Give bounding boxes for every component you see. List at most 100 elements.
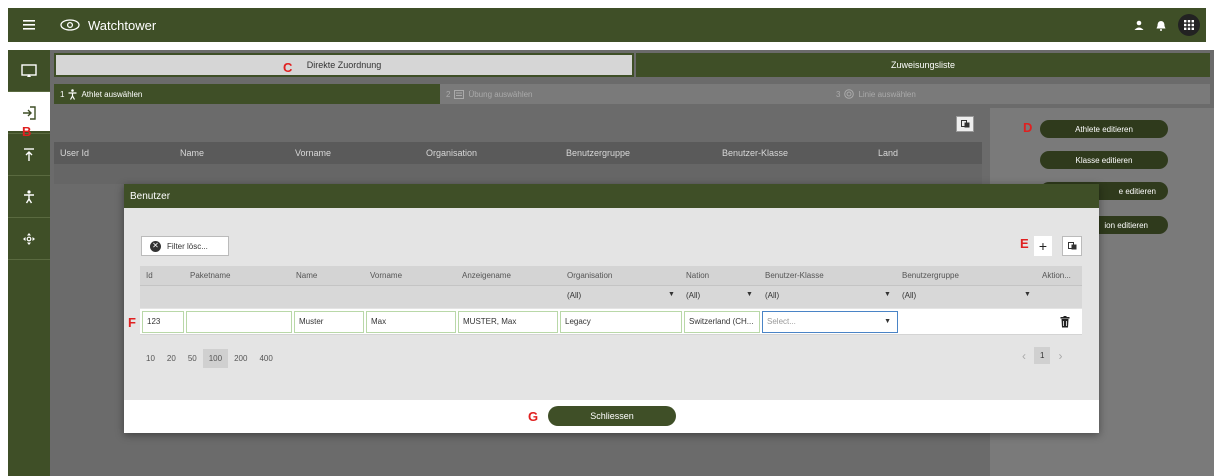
chevron-down-icon: ▼ [884,318,891,325]
button-label: ion editieren [1104,220,1148,230]
annotation-e: E [1020,236,1029,251]
package-name-field[interactable] [186,311,292,333]
sidebar-item-move[interactable] [8,218,50,260]
step-number: 1 [60,89,65,99]
eye-logo-icon [60,19,80,31]
athlete-edit-button[interactable]: Athlete editieren [1040,120,1168,138]
page-size-option-selected[interactable]: 100 [202,349,229,368]
page-size-option[interactable]: 400 [253,349,278,368]
column-header[interactable]: Vorname [295,148,331,158]
export-icon [1067,242,1076,250]
user-grid-header: Id Paketname Name Vorname Anzeigename Or… [140,266,1082,286]
app-title: Watchtower [88,17,157,33]
apps-button[interactable] [1178,14,1200,36]
id-field[interactable]: 123 [142,311,184,333]
nation-field[interactable]: Switzerland (CH... [684,311,760,333]
display-name-field[interactable]: MUSTER, Max [458,311,558,333]
annotation-f: F [128,315,136,330]
annotation-d: D [1023,120,1033,135]
brand[interactable]: Watchtower [60,8,156,42]
group-filter[interactable]: (All) [902,291,916,300]
column-header[interactable]: Benutzer-Klasse [722,148,788,158]
page-size-option[interactable]: 200 [228,349,253,368]
column-header[interactable]: Nation [686,271,709,280]
step-label: Athlet auswählen [81,89,143,99]
step-uebung[interactable]: 2 Übung auswählen [440,84,830,104]
sidebar-item-upload[interactable] [8,134,50,176]
export-icon [960,120,969,128]
class-select[interactable]: Select... ▼ [762,311,898,333]
column-header[interactable]: Vorname [370,271,402,280]
chevron-right-icon[interactable]: › [1058,349,1062,363]
step-athlet[interactable]: 1 Athlet auswählen [54,84,440,104]
column-header[interactable]: Organisation [567,271,612,280]
column-header[interactable]: Land [878,148,898,158]
column-header[interactable]: Benutzer-Klasse [765,271,824,280]
column-header[interactable]: Aktion... [1042,271,1071,280]
column-header[interactable]: Paketname [190,271,230,280]
top-bar-inner: Watchtower [8,8,1206,42]
column-header[interactable]: Name [296,271,317,280]
sidebar-item-screen[interactable] [8,50,50,92]
column-header[interactable]: Id [146,271,153,280]
athlete-grid-row [54,164,982,184]
top-icons [1134,8,1200,42]
athlete-grid-header: User Id Name Vorname Organisation Benutz… [54,142,982,164]
class-edit-button[interactable]: Klasse editieren [1040,151,1168,169]
chevron-down-icon: ▼ [668,291,675,298]
bell-icon[interactable] [1156,20,1166,31]
name-field[interactable]: Muster [294,311,364,333]
column-header[interactable]: Benutzergruppe [902,271,959,280]
step-label: Linie auswählen [858,89,916,99]
tab-label: Direkte Zuordnung [306,60,382,70]
add-button[interactable]: + [1034,236,1052,256]
monitor-icon [21,63,37,77]
select-placeholder: Select... [767,317,796,326]
nation-filter[interactable]: (All) [686,291,700,300]
tab-zuweisungsliste[interactable]: Zuweisungsliste [636,53,1210,77]
page-size-option[interactable]: 50 [182,349,203,368]
column-header[interactable]: Organisation [426,148,477,158]
current-page[interactable]: 1 [1034,347,1051,364]
group-field[interactable] [900,311,1030,333]
clear-filter-button[interactable]: ✕ Filter lösc... [141,236,229,256]
trash-icon[interactable] [1060,316,1070,328]
page-size-option[interactable]: 20 [161,349,182,368]
button-label: Schliessen [590,411,634,421]
hamburger-menu-button[interactable] [8,8,50,42]
plus-icon: + [1038,238,1048,254]
tab-label: Zuweisungsliste [890,60,956,70]
button-label: Athlete editieren [1075,124,1133,134]
list-icon [454,89,465,99]
sidebar [8,50,50,476]
button-label: Klasse editieren [1075,155,1133,165]
export-button[interactable] [956,116,974,132]
class-filter[interactable]: (All) [765,291,779,300]
column-header[interactable]: Anzeigename [462,271,511,280]
chevron-down-icon: ▼ [1024,291,1031,298]
chevron-left-icon[interactable]: ‹ [1022,349,1026,363]
page-size-option[interactable]: 10 [140,349,161,368]
first-name-field[interactable]: Max [366,311,456,333]
step-linie[interactable]: 3 Linie auswählen [830,84,1210,104]
page-size-selector: 10 20 50 100 200 400 [140,349,279,368]
organisation-field[interactable]: Legacy [560,311,682,333]
step-label: Übung auswählen [468,89,533,99]
tab-direkte-zuordnung[interactable]: Direkte Zuordnung [54,53,634,77]
close-button[interactable]: Schliessen [548,406,676,426]
tab-bar: Direkte Zuordnung Zuweisungsliste [54,53,1210,77]
organisation-filter[interactable]: (All) [567,291,581,300]
column-header[interactable]: Name [180,148,204,158]
clear-icon: ✕ [150,240,161,252]
login-icon [23,105,36,120]
user-icon[interactable] [1134,20,1144,30]
export-button[interactable] [1062,236,1082,256]
dialog-header: Benutzer [124,184,1099,208]
button-label: e editieren [1118,186,1156,196]
column-header[interactable]: Benutzergruppe [566,148,630,158]
upload-icon [24,147,34,161]
column-header[interactable]: User Id [60,148,89,158]
step-number: 3 [836,89,841,99]
sidebar-item-athlete[interactable] [8,176,50,218]
dialog-footer: Schliessen [124,400,1099,433]
